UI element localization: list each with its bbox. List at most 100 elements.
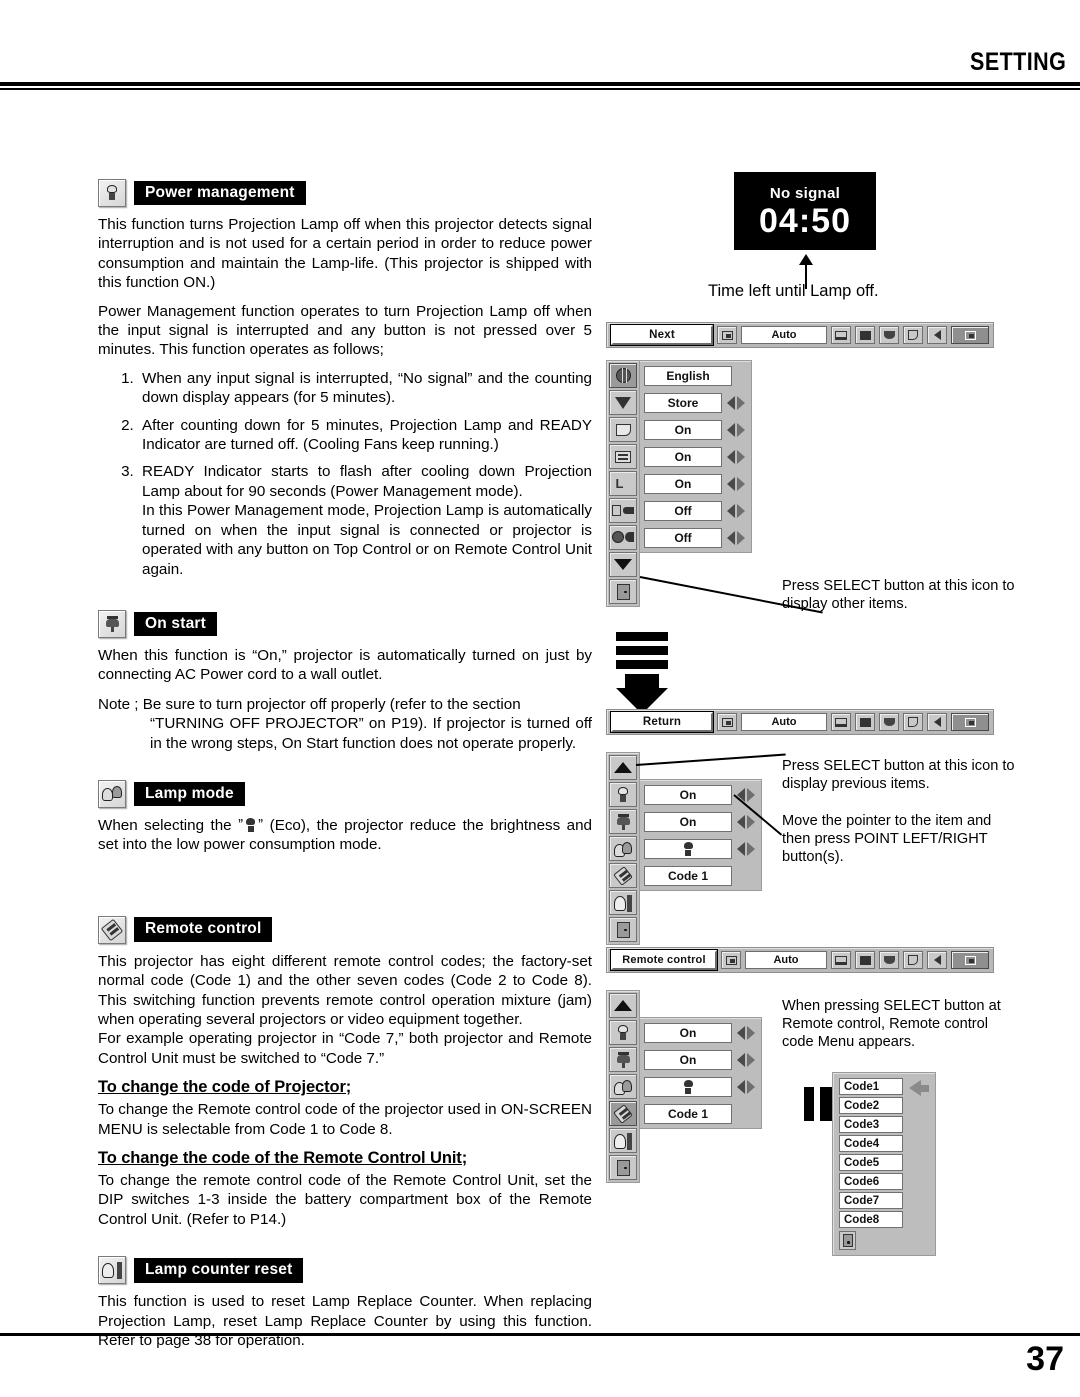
menubar-main-button[interactable]: Next [610,324,714,346]
osd-value[interactable]: On [644,446,722,467]
osd-menubar-return[interactable]: Return Auto [606,709,994,735]
power-management-lamp-icon[interactable] [609,782,637,807]
input-source-icon[interactable] [717,326,737,344]
lamp-mode-icon[interactable] [609,836,637,861]
osd-value-eco[interactable] [644,1076,732,1097]
left-right-arrows-icon[interactable] [727,449,745,464]
osd-row[interactable]: Off [644,498,745,523]
osd-value[interactable]: Code 1 [644,1103,732,1124]
code-menu-item[interactable]: Code4 [839,1135,903,1152]
image-adjust-icon[interactable] [879,951,899,969]
left-right-arrows-icon[interactable] [737,1025,755,1040]
osd-value[interactable]: English [644,365,732,386]
input-source-icon[interactable] [721,951,741,969]
remote-code-menu[interactable]: Code1 Code2 Code3 Code4 Code5 Code6 Code… [832,1072,936,1256]
code-menu-item[interactable]: Code3 [839,1116,903,1133]
osd-row[interactable]: On [644,444,745,469]
osd-setting-panel-3[interactable]: On On Code 1 [606,990,762,1183]
logo-icon[interactable]: L [609,471,637,496]
menubar-main-button[interactable]: Return [610,711,714,733]
osd-row[interactable]: Off [644,525,745,550]
scroll-up-icon[interactable] [609,993,637,1018]
osd-value[interactable]: Code 1 [644,865,732,886]
screen-icon[interactable] [903,713,923,731]
left-right-arrows-icon[interactable] [727,476,745,491]
scroll-down-icon[interactable] [609,552,637,577]
sound-icon[interactable] [927,326,947,344]
osd-value[interactable]: On [644,784,732,805]
left-right-arrows-icon[interactable] [737,814,755,829]
code-menu-item[interactable]: Code8 [839,1211,903,1228]
osd-row[interactable]: Store [644,390,745,415]
lamp-counter-reset-icon[interactable] [609,1128,637,1153]
image-adjust-icon[interactable] [879,713,899,731]
sound-icon[interactable] [927,951,947,969]
exit-door-icon[interactable] [609,579,637,604]
auto-button[interactable]: Auto [741,713,827,731]
display-icon[interactable] [609,444,637,469]
auto-button[interactable]: Auto [745,951,827,969]
rear-icon[interactable] [609,525,637,550]
left-right-arrows-icon[interactable] [727,503,745,518]
setting-icon[interactable] [951,326,989,344]
osd-row[interactable]: On [644,1047,755,1072]
left-right-arrows-icon[interactable] [727,422,745,437]
language-globe-icon[interactable] [609,363,637,388]
code-menu-item[interactable]: Code5 [839,1154,903,1171]
left-right-arrows-icon[interactable] [727,395,745,410]
lamp-mode-icon[interactable] [609,1074,637,1099]
auto-button[interactable]: Auto [741,326,827,344]
scroll-up-icon[interactable] [609,755,637,780]
input-source-icon[interactable] [717,713,737,731]
left-right-arrows-icon[interactable] [737,1079,755,1094]
osd-row[interactable] [644,1074,755,1099]
osd-value[interactable]: On [644,473,722,494]
on-start-plug-icon[interactable] [609,1047,637,1072]
osd-row[interactable]: On [644,417,745,442]
code-menu-item[interactable]: Code6 [839,1173,903,1190]
image-select-icon[interactable] [855,713,875,731]
code-menu-item[interactable]: Code1 [839,1078,903,1095]
osd-setting-panel-1[interactable]: L English Store On On On Off Off [606,360,752,607]
sound-icon[interactable] [927,713,947,731]
osd-value[interactable]: On [644,1022,732,1043]
setting-icon[interactable] [951,713,989,731]
osd-value[interactable]: Off [644,527,722,548]
osd-row[interactable] [644,836,755,861]
osd-row[interactable]: Code 1 [644,1101,755,1126]
screen-icon[interactable] [903,326,923,344]
exit-door-icon[interactable] [839,1231,856,1250]
osd-row[interactable]: On [644,1020,755,1045]
ceiling-icon[interactable] [609,498,637,523]
setting-icon[interactable] [951,951,989,969]
left-right-arrows-icon[interactable] [727,530,745,545]
osd-value[interactable]: On [644,419,722,440]
exit-door-icon[interactable] [609,1155,637,1180]
lamp-counter-reset-icon[interactable] [609,890,637,915]
left-right-arrows-icon[interactable] [737,841,755,856]
remote-control-icon[interactable] [609,1101,637,1126]
keystone-icon[interactable] [609,390,637,415]
osd-value[interactable]: Off [644,500,722,521]
power-management-lamp-icon[interactable] [609,1020,637,1045]
osd-menubar-next[interactable]: Next Auto [606,322,994,348]
image-select-icon[interactable] [855,951,875,969]
osd-value[interactable]: On [644,811,732,832]
osd-value[interactable]: On [644,1049,732,1070]
osd-menubar-remote-control[interactable]: Remote control Auto [606,947,994,973]
image-select-icon[interactable] [855,326,875,344]
osd-row[interactable]: On [644,471,745,496]
remote-control-icon[interactable] [609,863,637,888]
osd-row[interactable]: Code 1 [644,863,755,888]
image-adjust-icon[interactable] [879,326,899,344]
screen-icon[interactable] [903,951,923,969]
osd-row[interactable]: On [644,782,755,807]
menubar-main-button[interactable]: Remote control [610,949,718,971]
on-start-plug-icon[interactable] [609,809,637,834]
code-menu-item[interactable]: Code2 [839,1097,903,1114]
blue-back-icon[interactable] [609,417,637,442]
osd-value-eco[interactable] [644,838,732,859]
osd-value[interactable]: Store [644,392,722,413]
computer-icon[interactable] [831,951,851,969]
osd-row[interactable]: English [644,363,745,388]
